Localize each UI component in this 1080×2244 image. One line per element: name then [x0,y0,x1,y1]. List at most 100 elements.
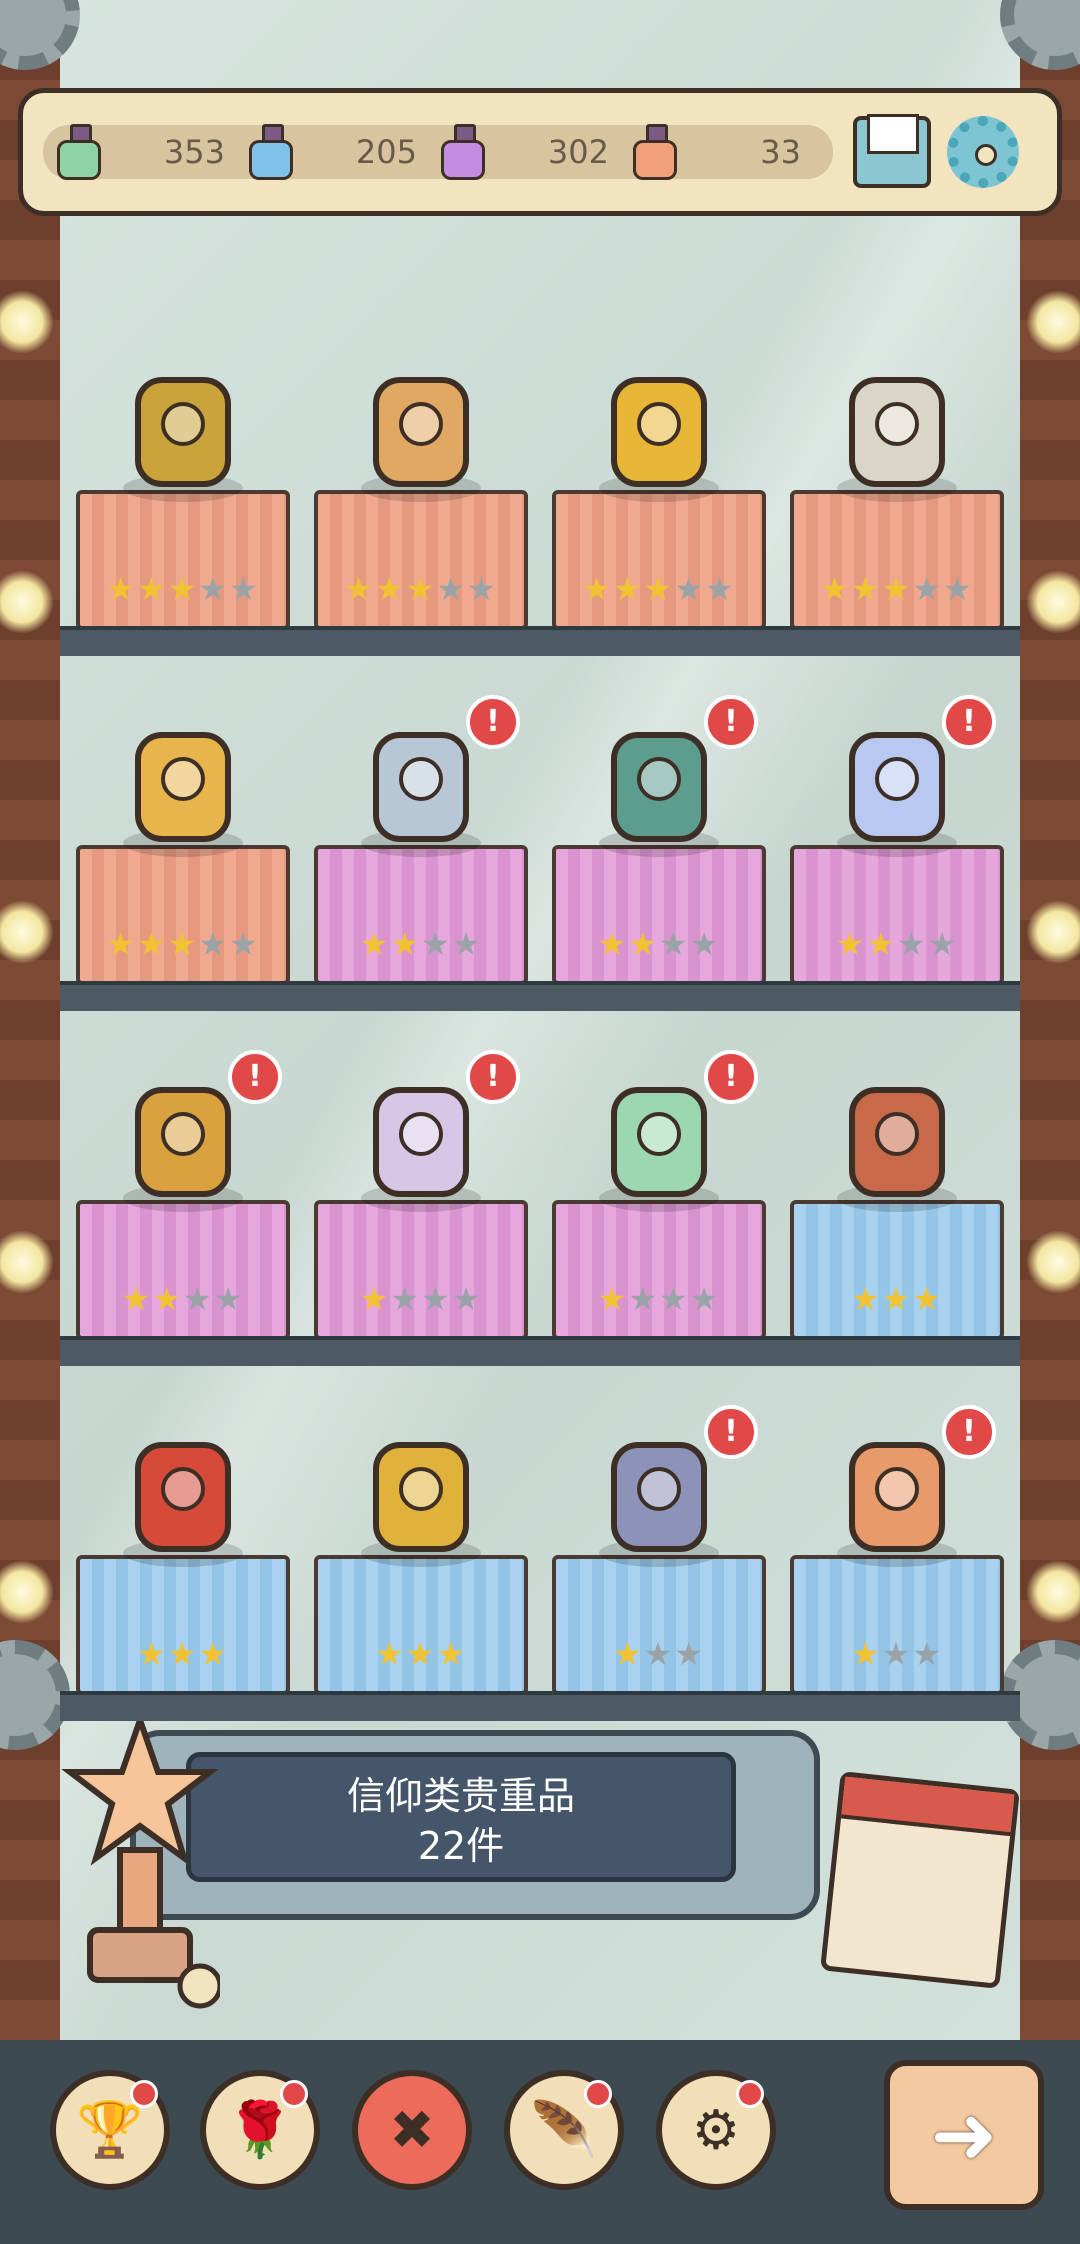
star-filled-icon: ★ [405,570,437,608]
star-filled-icon: ★ [390,925,421,963]
collectible-thorn-pillow[interactable]: ★★★★! [310,1050,532,1340]
nav-feather-scroll-button[interactable]: 🪶 [504,2070,624,2190]
resource-orange-potion: 33 [619,124,811,180]
star-empty-icon: ★ [628,1280,659,1318]
collectible-fresco-fragment[interactable]: ★★★! [786,1405,1008,1695]
collectible-zodiac-disc[interactable]: ★★★! [548,1405,770,1695]
shelf-row: ★★★★! ★★★★! ★★★★! ★★★ [72,1050,1008,1340]
alert-badge-icon: ! [466,1050,520,1104]
collectible-candelabra[interactable]: ★★★ [310,1405,532,1695]
collectible-totem-idol[interactable]: ★★★★! [548,695,770,985]
alert-badge-icon: ! [466,695,520,749]
notification-dot [736,2080,764,2108]
collectible-spinning-wheel[interactable]: ★★★★! [72,1050,294,1340]
shelf-bar [60,1336,1020,1366]
icon-painting-icon [123,1442,243,1567]
collectible-perfume-bottle[interactable]: ★★★★! [786,695,1008,985]
rarity-stars: ★★★★★ [72,570,294,608]
star-empty-icon: ★ [229,570,260,608]
three-face-bust-icon [361,377,481,502]
star-filled-icon: ★ [881,1280,913,1318]
purple-potion-icon [437,124,487,180]
rarity-stars: ★★★★ [548,925,770,963]
display-cloth [314,1200,528,1340]
star-empty-icon: ★ [689,925,721,963]
display-cloth [76,845,290,985]
collectible-bread-basket[interactable]: ★★★★★ [72,695,294,985]
nav-rose-button[interactable]: 🌹 [200,2070,320,2190]
collectible-eye-amulet[interactable]: ★★★★★ [72,340,294,630]
collectible-ornate-throne[interactable]: ★★★ [786,1050,1008,1340]
star-empty-icon: ★ [183,1280,214,1318]
settings-gear-icon[interactable] [947,116,1019,188]
resource-value: 205 [355,133,417,171]
notification-dot [280,2080,308,2108]
star-empty-icon: ★ [659,925,690,963]
star-filled-icon: ★ [912,1280,944,1318]
resource-value: 302 [547,133,609,171]
resource-value: 33 [760,133,801,171]
star-filled-icon: ★ [866,925,897,963]
star-empty-icon: ★ [436,570,468,608]
rarity-stars: ★★★★ [548,1280,770,1318]
nav-trophy-cup-button[interactable]: 🏆 [50,2070,170,2190]
star-filled-icon: ★ [167,1635,199,1673]
next-arrow-button[interactable]: ➜ [884,2060,1044,2210]
resource-bar: 353 205 302 33 [18,88,1062,216]
collectible-sword-blade[interactable]: ★★★★! [310,695,532,985]
collectible-icon-painting[interactable]: ★★★ [72,1405,294,1695]
shelf-row: ★★★ ★★★ ★★★! ★★★! [72,1405,1008,1695]
eye-amulet-icon [123,377,243,502]
display-cloth [790,1555,1004,1695]
star-filled-icon: ★ [612,570,644,608]
star-filled-icon: ★ [612,1635,644,1673]
star-filled-icon: ★ [881,570,913,608]
star-trophy-icon[interactable] [60,1710,220,2010]
rarity-stars: ★★★★ [786,925,1008,963]
star-empty-icon: ★ [674,570,706,608]
collectible-stone-tablet[interactable]: ★★★★★ [786,340,1008,630]
display-cloth [552,845,766,985]
star-filled-icon: ★ [628,925,659,963]
star-filled-icon: ★ [436,1635,468,1673]
display-cloth [314,490,528,630]
shelf-bar [60,1691,1020,1721]
star-empty-icon: ★ [213,1280,245,1318]
star-empty-icon: ★ [229,925,260,963]
rarity-stars: ★★★ [310,1635,532,1673]
star-filled-icon: ★ [582,570,613,608]
star-filled-icon: ★ [136,1635,168,1673]
display-cloth [790,1200,1004,1340]
arrow-right-icon: ➜ [930,2088,998,2182]
star-filled-icon: ★ [850,570,882,608]
calendar-icon[interactable] [820,1771,1020,1989]
golden-hand-statue-icon [599,377,719,502]
bread-basket-icon [123,732,243,857]
star-filled-icon: ★ [152,1280,183,1318]
nav-gear-button[interactable]: ⚙ [656,2070,776,2190]
star-empty-icon: ★ [643,1635,675,1673]
rarity-stars: ★★★ [548,1635,770,1673]
display-cloth [552,1555,766,1695]
resource-track: 353 205 302 33 [43,124,833,180]
star-filled-icon: ★ [405,1635,437,1673]
star-filled-icon: ★ [643,570,675,608]
star-filled-icon: ★ [597,925,629,963]
feather-scroll-icon: 🪶 [530,2098,598,2161]
rarity-stars: ★★★ [786,1280,1008,1318]
alert-badge-icon: ! [704,1050,758,1104]
resource-green-potion: 353 [43,124,235,180]
star-empty-icon: ★ [198,925,230,963]
rarity-stars: ★★★★ [310,925,532,963]
star-empty-icon: ★ [451,925,483,963]
collectible-glass-display-case[interactable]: ★★★★! [548,1050,770,1340]
collectible-three-face-bust[interactable]: ★★★★★ [310,340,532,630]
rarity-stars: ★★★★ [310,1280,532,1318]
collectible-golden-hand-statue[interactable]: ★★★★★ [548,340,770,630]
resource-purple-potion: 302 [427,124,619,180]
star-empty-icon: ★ [943,570,974,608]
category-count: 22件 [417,1824,505,1868]
alert-badge-icon: ! [704,1405,758,1459]
mail-icon[interactable] [853,114,931,188]
nav-close-cross-button[interactable]: ✖ [352,2070,472,2190]
